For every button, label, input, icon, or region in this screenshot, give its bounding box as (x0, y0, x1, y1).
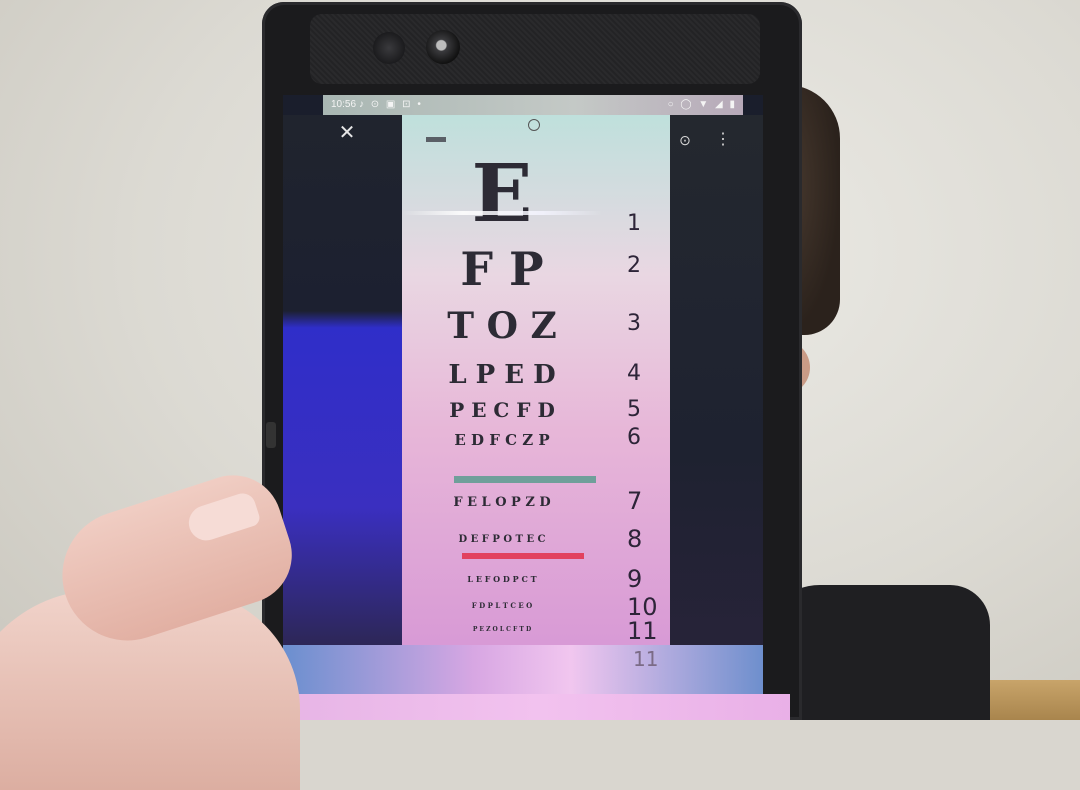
row-letters: F E L O P Z D (453, 495, 551, 510)
row-letters: T O Z (447, 305, 557, 347)
row-letters: P E C F D (449, 398, 555, 422)
red-threshold-line (462, 553, 584, 559)
notification-icons: ♪ ⊙ ▣ ⊡ • (359, 99, 423, 110)
front-camera (426, 30, 460, 64)
chart-row-11: P E Z O L C F T D 11 (402, 617, 670, 645)
screen-glare (402, 211, 602, 215)
more-vert-icon[interactable]: ⋮ (715, 131, 731, 149)
viewer-left-panel (283, 115, 403, 675)
row-letters: P E Z O L C F T D (472, 626, 532, 633)
row-number: 7 (627, 487, 643, 515)
chart-row-5: P E C F D 5 (402, 397, 670, 427)
chart-top-circle (528, 119, 540, 131)
chart-top-bar (426, 137, 446, 142)
viewer-right-panel (668, 115, 763, 675)
chart-row-1: E 1 (402, 151, 670, 241)
chart-row-4: L P E D 4 (402, 359, 670, 395)
row-number: 4 (627, 361, 641, 386)
green-threshold-line (454, 476, 596, 483)
row-number: 5 (627, 397, 641, 422)
chart-row-3: T O Z 3 (402, 305, 670, 355)
row-letters: L E F O D P C T (467, 574, 537, 584)
row-letters: F P (460, 242, 544, 296)
zoom-icon[interactable]: ⊙ (676, 131, 694, 149)
row-letters: E (471, 146, 533, 240)
row-number: 3 (627, 311, 641, 336)
screen-bottom-strip (283, 645, 763, 695)
partial-row-number: 11 (633, 647, 659, 671)
front-sensor (373, 32, 405, 64)
phone-side-button (266, 422, 276, 448)
row-letters: E D F C Z P (454, 431, 550, 449)
phone-nav-bar (290, 694, 790, 720)
status-bar: 10:56 ♪ ⊙ ▣ ⊡ • ○ ◯ ▼ ◢ ▮ (323, 95, 743, 115)
row-number: 9 (627, 565, 643, 593)
status-time: 10:56 (331, 99, 357, 110)
chart-row-7: F E L O P Z D 7 (402, 487, 670, 519)
chart-row-9: L E F O D P C T 9 (402, 565, 670, 593)
row-letters: L P E D (448, 360, 556, 390)
row-number: 2 (627, 253, 641, 278)
row-number: 11 (627, 617, 658, 645)
close-icon[interactable]: ✕ (335, 121, 359, 145)
row-number: 1 (627, 211, 641, 236)
row-number: 6 (627, 425, 641, 450)
row-number: 8 (627, 525, 643, 553)
chart-row-2: F P 2 (402, 243, 670, 303)
system-status-icons: ○ ◯ ▼ ◢ ▮ (667, 99, 737, 110)
row-letters: D E F P O T E C (458, 534, 546, 545)
chart-row-6: E D F C Z P 6 (402, 425, 670, 455)
row-letters: F D P L T C E O (471, 601, 533, 610)
phone-screen: 10:56 ♪ ⊙ ▣ ⊡ • ○ ◯ ▼ ◢ ▮ ✕ ⊙ ⋮ E 1 F P … (283, 95, 763, 695)
eye-chart-image: E 1 F P 2 T O Z 3 L P E D 4 P E C F D 5 … (402, 115, 670, 645)
chart-row-8: D E F P O T E C 8 (402, 525, 670, 555)
